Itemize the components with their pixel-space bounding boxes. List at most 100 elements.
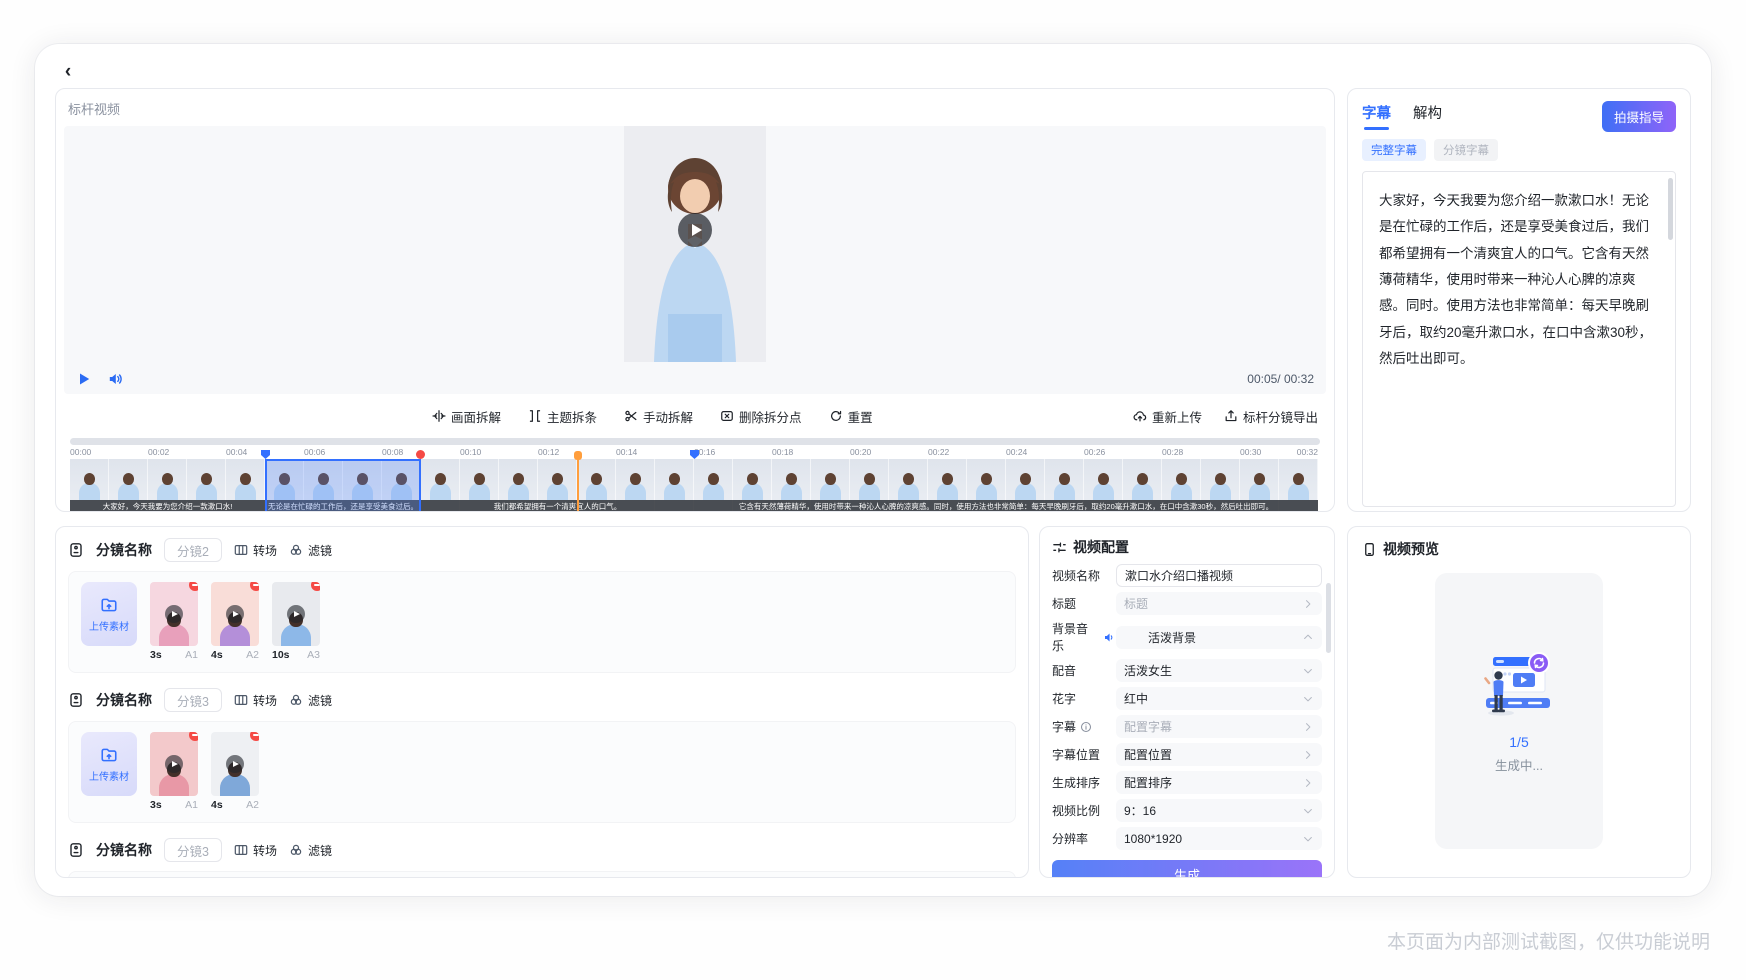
shot-name-input[interactable] — [164, 538, 222, 562]
toolbar-item-标杆分镜导出[interactable]: 标杆分镜导出 — [1224, 407, 1318, 426]
clip-delete-button[interactable] — [250, 732, 259, 741]
config-row: 配音活泼女生 — [1052, 659, 1322, 682]
config-field-分辨率[interactable]: 1080*1920 — [1116, 827, 1322, 850]
frame-person-head — [942, 473, 953, 485]
transition-label: 转场 — [253, 542, 277, 559]
config-value: 配置位置 — [1124, 746, 1302, 763]
video-player[interactable]: 00:05/ 00:32 — [64, 126, 1326, 394]
transition-button[interactable]: 转场 — [234, 842, 277, 859]
clip-person-body — [159, 624, 189, 646]
timeline-tick: 00:20 — [850, 447, 871, 457]
subtitle-text: 大家好，今天我要为您介绍一款漱口水！无论是在忙碌的工作后，还是享受美食过后，我们… — [1379, 193, 1652, 366]
config-label: 分辨率 — [1052, 830, 1116, 847]
subtitle-scrollbar[interactable] — [1668, 178, 1673, 240]
phone-icon — [1362, 542, 1377, 557]
clip-item[interactable]: 4sA2 — [211, 582, 259, 661]
generate-button[interactable]: 生成 — [1052, 860, 1322, 878]
toolbar-item-主题拆条[interactable]: 主题拆条 — [528, 407, 597, 426]
timeline-tick: 00:14 — [616, 447, 637, 457]
timeline-segment[interactable]: 大家好，今天我要为您介绍一款漱口水! — [70, 459, 265, 512]
clip-delete-button[interactable] — [250, 582, 259, 591]
play-button[interactable] — [76, 371, 92, 387]
toolbar-item-删除拆分点[interactable]: 删除拆分点 — [720, 407, 802, 426]
toolbar-item-重置[interactable]: 重置 — [829, 407, 873, 426]
filter-label: 滤镜 — [308, 542, 332, 559]
section-header: 分镜名称转场滤镜 — [68, 685, 1016, 715]
timeline-strip: 大家好，今天我要为您介绍一款漱口水!无论是在忙碌的工作后，还是享受美食过后。我们… — [70, 459, 1318, 512]
config-field-背景音乐[interactable]: 活泼背景 — [1116, 626, 1322, 649]
clip-delete-button[interactable] — [189, 582, 198, 591]
clip-item[interactable]: 10sA3 — [272, 582, 320, 661]
clip-item[interactable]: 3sA1 — [150, 732, 198, 811]
toolbar-item-重新上传[interactable]: 重新上传 — [1133, 407, 1202, 426]
frame-person-body — [547, 483, 568, 500]
clip-play-icon[interactable] — [165, 605, 183, 623]
config-field-配音[interactable]: 活泼女生 — [1116, 659, 1322, 682]
shoot-guide-button[interactable]: 拍摄指导 — [1602, 101, 1676, 132]
split-frame-icon — [432, 409, 446, 423]
chevron-right-icon — [1302, 598, 1314, 610]
back-button[interactable]: ‹ — [55, 58, 81, 84]
upload-material-button[interactable]: 上传素材 — [81, 582, 137, 646]
config-label-text: 字幕位置 — [1052, 746, 1100, 763]
config-row: 视频比例9：16 — [1052, 799, 1322, 822]
timeline-segment[interactable]: 它含有天然薄荷精华，使用时带来一种沁人心脾的凉爽感。同时，使用方法也非常简单：每… — [694, 459, 1318, 512]
config-scrollbar[interactable] — [1326, 583, 1331, 653]
timeline-scrollbar[interactable] — [70, 438, 1320, 445]
tab-解构[interactable]: 解构 — [1413, 102, 1442, 130]
upload-material-button[interactable]: 上传素材 — [81, 732, 137, 796]
filter-pill-分镜字幕[interactable]: 分镜字幕 — [1434, 139, 1498, 161]
config-field-字幕[interactable]: 配置字幕 — [1116, 715, 1322, 738]
filter-pill-完整字幕[interactable]: 完整字幕 — [1362, 139, 1426, 161]
filter-button[interactable]: 滤镜 — [289, 842, 332, 859]
filter-button[interactable]: 滤镜 — [289, 692, 332, 709]
filter-button[interactable]: 滤镜 — [289, 542, 332, 559]
toolbar-item-画面拆解[interactable]: 画面拆解 — [432, 407, 501, 426]
clip-play-icon[interactable] — [226, 605, 244, 623]
timeline-segment[interactable]: 我们都希望拥有一个清爽宜人的口气。 — [421, 459, 694, 512]
play-overlay-button[interactable] — [678, 213, 712, 247]
clip-thumbnail — [211, 582, 259, 646]
clip-tag: A1 — [185, 799, 198, 811]
frame-person-body — [1093, 483, 1114, 500]
toolbar-item-手动拆解[interactable]: 手动拆解 — [624, 407, 693, 426]
segment-end-handle[interactable] — [416, 450, 425, 459]
frame-person-head — [825, 473, 836, 485]
config-row: 视频名称漱口水介绍口播视频 — [1052, 564, 1322, 587]
segment-caption: 无论是在忙碌的工作后，还是享受美食过后。 — [265, 500, 421, 512]
clip-delete-button[interactable] — [311, 582, 320, 591]
clip-play-icon[interactable] — [165, 755, 183, 773]
config-field-视频名称[interactable]: 漱口水介绍口播视频 — [1116, 564, 1322, 587]
config-label: 字幕 — [1052, 718, 1116, 735]
volume-button[interactable] — [108, 371, 124, 387]
frame-person-body — [664, 483, 685, 500]
tab-字幕[interactable]: 字幕 — [1362, 102, 1391, 130]
section-clips: 上传素材 — [68, 871, 1016, 878]
playhead[interactable] — [577, 459, 579, 512]
clip-delete-button[interactable] — [189, 732, 198, 741]
timeline-frame — [343, 459, 382, 512]
config-field-花字[interactable]: 红中 — [1116, 687, 1322, 710]
frame-person-head — [786, 473, 797, 485]
timeline-tick: 00:02 — [148, 447, 169, 457]
config-field-生成排序[interactable]: 配置排序 — [1116, 771, 1322, 794]
timeline-frame — [304, 459, 343, 512]
clip-duration: 4s — [211, 799, 223, 811]
config-field-字幕位置[interactable]: 配置位置 — [1116, 743, 1322, 766]
transition-button[interactable]: 转场 — [234, 542, 277, 559]
timeline-segment[interactable]: 无论是在忙碌的工作后，还是享受美食过后。 — [265, 459, 421, 512]
clip-play-icon[interactable] — [287, 605, 305, 623]
clip-item[interactable]: 3sA1 — [150, 582, 198, 661]
play-icon — [692, 224, 702, 236]
config-field-视频比例[interactable]: 9：16 — [1116, 799, 1322, 822]
transition-button[interactable]: 转场 — [234, 692, 277, 709]
timeline-tick: 00:28 — [1162, 447, 1183, 457]
timeline-tick: 00:00 — [70, 447, 91, 457]
export-icon — [1224, 409, 1238, 423]
config-field-标题[interactable]: 标题 — [1116, 592, 1322, 615]
clip-tag: A2 — [246, 799, 259, 811]
clip-play-icon[interactable] — [226, 755, 244, 773]
shot-name-input[interactable] — [164, 688, 222, 712]
shot-name-input[interactable] — [164, 838, 222, 862]
clip-item[interactable]: 4s A2 — [211, 732, 259, 811]
